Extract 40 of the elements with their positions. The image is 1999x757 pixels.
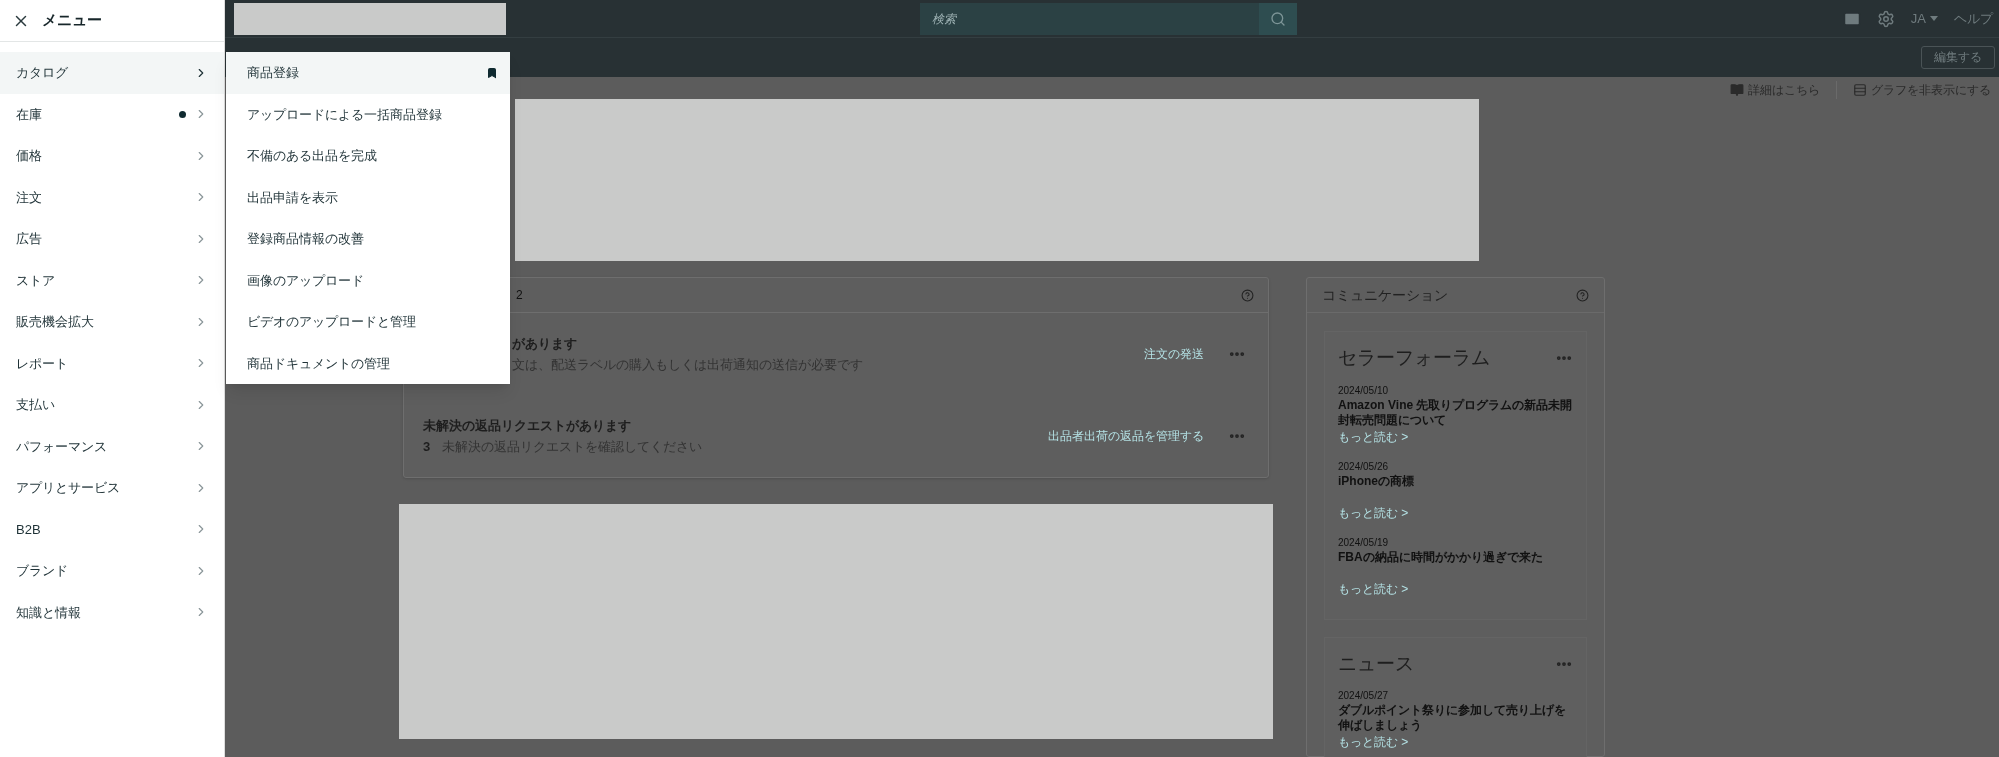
read-more-link[interactable]: もっと読む > bbox=[1338, 503, 1573, 522]
search-icon bbox=[1270, 10, 1286, 27]
action-title: があります bbox=[512, 334, 578, 353]
book-icon bbox=[1730, 83, 1744, 98]
read-more-link[interactable]: もっと読む > bbox=[1338, 579, 1573, 598]
action-title: 未解決の返品リクエストがあります bbox=[423, 416, 632, 435]
post-title: ダブルポイント祭りに参加して売り上げを伸ばしましょう bbox=[1338, 703, 1567, 733]
bookmark-icon[interactable] bbox=[486, 66, 498, 79]
post-title: iPhoneの商標 bbox=[1338, 473, 1415, 490]
post-date: 2024/05/10 bbox=[1338, 383, 1390, 398]
section-title: ニュース bbox=[1338, 651, 1415, 676]
search-button[interactable] bbox=[1259, 2, 1297, 35]
section-title: セラーフォーラム bbox=[1338, 346, 1491, 370]
submenu-item[interactable]: 出品申請を表示 bbox=[226, 176, 510, 218]
post-title: FBAの納品に時間がかかり過ぎで来た bbox=[1338, 549, 1544, 566]
post-date: 2024/05/19 bbox=[1338, 535, 1390, 550]
count-label: 2 bbox=[515, 287, 524, 304]
action-count: 3 bbox=[423, 438, 431, 456]
menu-item[interactable]: カタログ bbox=[0, 52, 224, 94]
search-field[interactable]: 検索 bbox=[920, 2, 1259, 35]
submenu-item[interactable]: アップロードによる一括商品登録 bbox=[226, 93, 510, 135]
submenu-item[interactable]: 商品ドキュメントの管理 bbox=[226, 342, 510, 384]
settings-icon[interactable] bbox=[1876, 9, 1895, 28]
help-icon[interactable] bbox=[1241, 288, 1254, 302]
post-title: Amazon Vine 先取りプログラムの新品未開封転売問題について bbox=[1338, 397, 1573, 428]
action-link[interactable]: 注文の発送 bbox=[1144, 345, 1204, 363]
submenu-item[interactable]: 商品登録 bbox=[226, 52, 510, 94]
post-date: 2024/05/27 bbox=[1338, 689, 1390, 703]
submenu-item[interactable]: 画像のアップロード bbox=[226, 259, 510, 301]
read-more-link[interactable]: もっと読む > bbox=[1338, 427, 1573, 446]
submenu-item[interactable]: 登録商品情報の改善 bbox=[226, 218, 510, 260]
caret-icon bbox=[1930, 16, 1938, 21]
help-icon[interactable] bbox=[1576, 288, 1589, 302]
submenu-item[interactable]: 不備のある出品を完成 bbox=[226, 135, 510, 177]
bar-list-icon bbox=[1853, 83, 1867, 98]
menu-title: メニュー bbox=[42, 10, 102, 31]
read-more-link[interactable]: もっと読む > bbox=[1338, 733, 1573, 751]
action-link[interactable]: 出品者出荷の返品を管理する bbox=[1048, 427, 1204, 445]
submenu-item[interactable]: ビデオのアップロードと管理 bbox=[226, 301, 510, 343]
post-date: 2024/05/26 bbox=[1338, 459, 1390, 474]
